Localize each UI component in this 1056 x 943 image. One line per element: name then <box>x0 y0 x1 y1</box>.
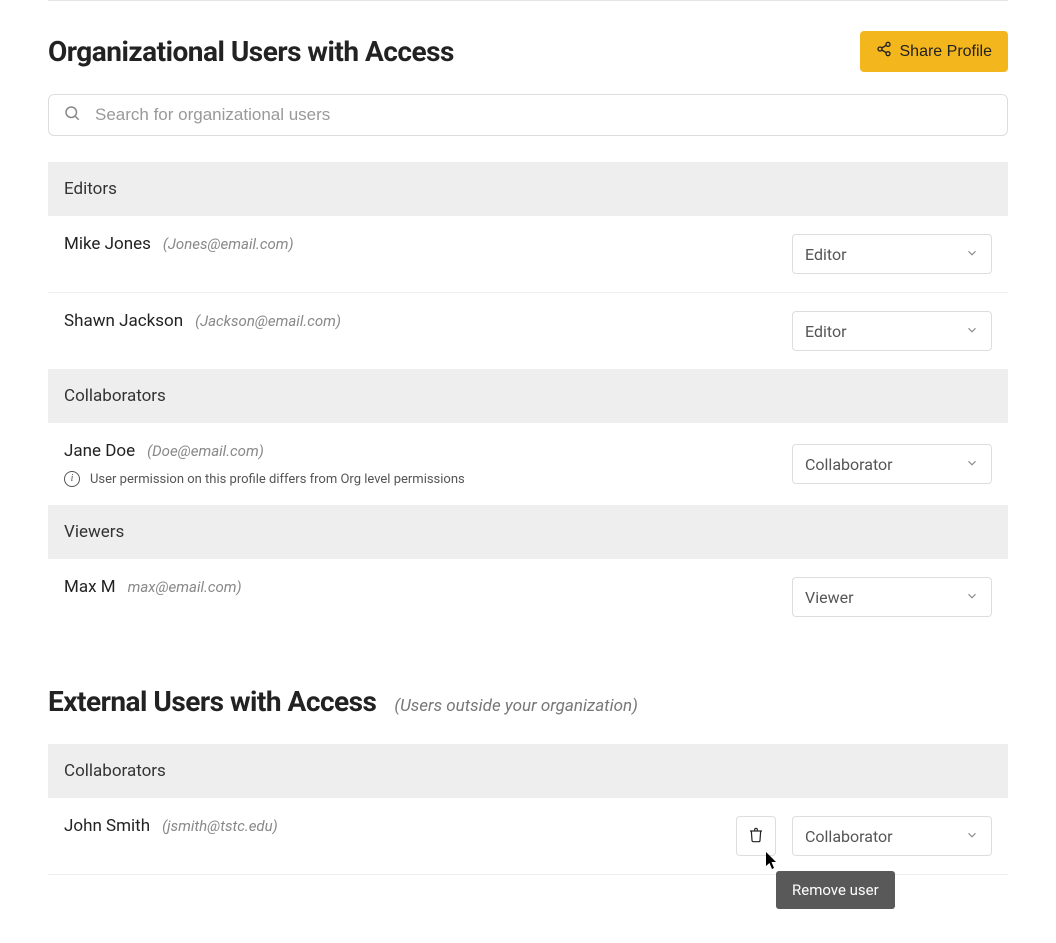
user-email: max@email.com) <box>128 578 242 596</box>
permission-warning: i User permission on this profile differ… <box>64 471 792 487</box>
permission-warning-text: User permission on this profile differs … <box>90 472 465 487</box>
external-title: External Users with Access <box>48 685 376 718</box>
user-row: Max M max@email.com) Viewer <box>48 559 1008 635</box>
share-icon <box>876 41 892 62</box>
chevron-down-icon <box>965 455 979 474</box>
group-header-viewers: Viewers <box>48 505 1008 559</box>
search-input[interactable] <box>95 105 993 125</box>
role-value: Editor <box>805 322 846 341</box>
user-name: Max M <box>64 577 116 597</box>
group-header-collaborators: Collaborators <box>48 369 1008 423</box>
user-row: Mike Jones (Jones@email.com) Editor <box>48 216 1008 293</box>
group-header-external-collaborators: Collaborators <box>48 744 1008 798</box>
chevron-down-icon <box>965 245 979 264</box>
user-name: John Smith <box>64 816 150 836</box>
user-row: Shawn Jackson (Jackson@email.com) Editor <box>48 293 1008 369</box>
user-row: John Smith (jsmith@tstc.edu) Collaborato… <box>48 798 1008 875</box>
user-name: Mike Jones <box>64 234 151 254</box>
group-header-editors: Editors <box>48 162 1008 216</box>
role-value: Viewer <box>805 588 854 607</box>
role-select[interactable]: Viewer <box>792 577 992 617</box>
user-email: (Jackson@email.com) <box>195 312 341 330</box>
info-icon: i <box>64 471 80 487</box>
share-profile-button[interactable]: Share Profile <box>860 31 1009 72</box>
role-select[interactable]: Collaborator <box>792 816 992 856</box>
user-email: (jsmith@tstc.edu) <box>162 817 278 835</box>
user-email: (Jones@email.com) <box>163 235 294 253</box>
role-value: Editor <box>805 245 846 264</box>
user-row: Jane Doe (Doe@email.com) i User permissi… <box>48 423 1008 505</box>
role-value: Collaborator <box>805 455 893 474</box>
user-name: Jane Doe <box>64 441 135 461</box>
role-select[interactable]: Collaborator <box>792 444 992 484</box>
page-title: Organizational Users with Access <box>48 35 454 68</box>
remove-user-button[interactable] <box>736 816 776 856</box>
search-container[interactable] <box>48 94 1008 136</box>
chevron-down-icon <box>965 588 979 607</box>
chevron-down-icon <box>965 827 979 846</box>
search-icon <box>63 104 95 126</box>
role-select[interactable]: Editor <box>792 311 992 351</box>
chevron-down-icon <box>965 322 979 341</box>
trash-icon <box>748 826 764 847</box>
remove-user-tooltip: Remove user <box>776 871 895 909</box>
share-profile-label: Share Profile <box>900 43 993 61</box>
role-select[interactable]: Editor <box>792 234 992 274</box>
user-name: Shawn Jackson <box>64 311 183 331</box>
user-email: (Doe@email.com) <box>147 442 264 460</box>
external-subtitle: (Users outside your organization) <box>394 696 637 716</box>
role-value: Collaborator <box>805 827 893 846</box>
